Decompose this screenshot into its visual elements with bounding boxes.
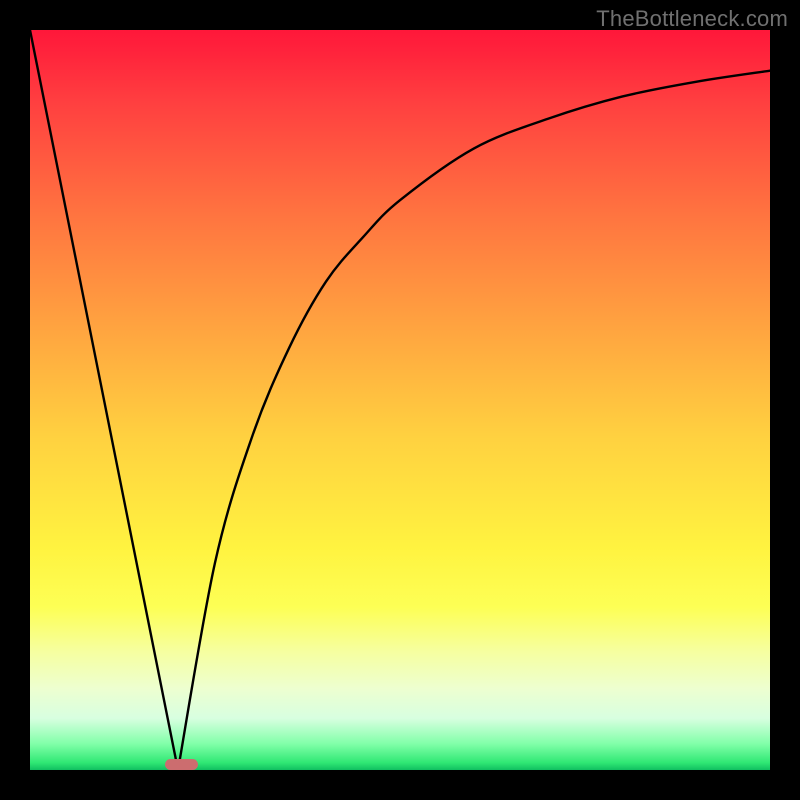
plot-area [30,30,770,770]
chart-frame: TheBottleneck.com [0,0,800,800]
optimal-marker [165,759,198,770]
curve-layer [30,30,770,770]
watermark-text: TheBottleneck.com [596,6,788,32]
bottleneck-curve [30,30,770,770]
